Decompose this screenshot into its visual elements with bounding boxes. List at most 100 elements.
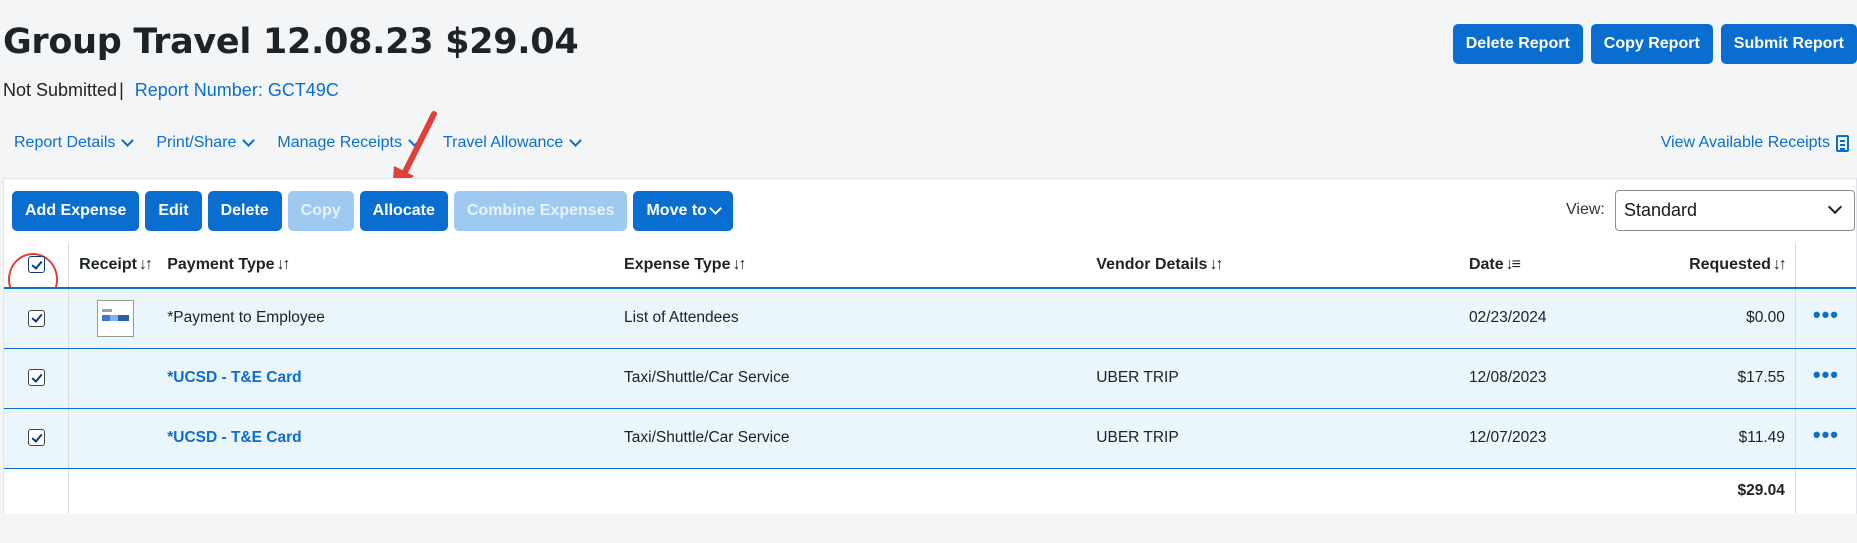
select-all-cell [4,243,70,289]
sort-icon: ↓↑ [276,256,291,273]
column-label: Expense Type [624,256,731,273]
row-checkbox[interactable] [27,309,45,327]
total-spacer [1468,468,1654,514]
delete-button[interactable]: Delete [207,191,282,231]
view-select[interactable]: Standard [1615,190,1855,231]
column-header-payment-type[interactable]: Payment Type ↓↑ [167,243,625,289]
column-header-actions [1795,243,1856,289]
report-menu-bar: Report Details Print/Share Manage Receip… [14,134,604,152]
chevron-down-icon [569,134,583,147]
column-header-date[interactable]: Date ↓≡ [1468,243,1654,289]
menu-report-details[interactable]: Report Details [14,134,135,152]
allocate-button[interactable]: Allocate [359,191,448,231]
copy-report-button[interactable]: Copy Report [1590,24,1713,64]
total-spacer [4,468,70,514]
view-receipts-label: View Available Receipts [1660,134,1830,151]
table-row[interactable]: *Payment to Employee List of Attendees 0… [4,288,1856,349]
total-spacer [167,468,625,514]
receipt-cell [68,408,168,469]
date-cell: 12/08/2023 [1468,348,1654,409]
date-cell: 12/07/2023 [1468,408,1654,469]
report-actions: Delete Report Copy Report Submit Report [1452,24,1857,64]
menu-label: Report Details [14,134,116,151]
column-label: Receipt [79,256,137,273]
requested-cell: $0.00 [1653,288,1796,349]
row-select-cell [4,408,70,469]
sort-icon: ↓↑ [732,256,746,273]
row-more-cell: ••• [1795,408,1856,469]
receipt-thumbnail[interactable] [97,299,135,337]
sort-desc-icon: ↓≡ [1505,256,1521,273]
copy-button[interactable]: Copy [287,191,354,231]
row-more-cell: ••• [1795,348,1856,409]
sort-icon: ↓↑ [1209,256,1223,273]
expense-type-cell: Taxi/Shuttle/Car Service [624,408,1097,469]
menu-label: Print/Share [156,134,237,151]
page-title: Group Travel 12.08.23 $29.04 [3,22,579,62]
chevron-down-icon [121,134,135,147]
date-cell: 02/23/2024 [1468,288,1654,349]
vendor-cell [1096,288,1469,349]
select-all-checkbox[interactable] [27,256,45,274]
chevron-down-icon [709,202,722,215]
total-spacer [1096,468,1469,514]
payment-type-link[interactable]: *UCSD - T&E Card [167,369,301,386]
requested-cell: $11.49 [1653,408,1796,469]
column-label: Requested [1689,256,1771,273]
receipt-list-icon [1836,134,1849,152]
report-status: Not Submitted [3,80,118,100]
column-label: Vendor Details [1096,256,1208,273]
column-header-requested[interactable]: Requested ↓↑ [1653,243,1796,289]
vendor-cell: UBER TRIP [1096,408,1469,469]
expense-toolbar: Add Expense Edit Delete Copy Allocate Co… [12,191,733,231]
column-label: Date [1468,256,1504,273]
chevron-down-icon [242,134,256,147]
total-amount: $29.04 [1653,468,1796,514]
total-row: $29.04 [4,468,1856,514]
view-select-value: Standard [1624,200,1698,220]
row-checkbox[interactable] [27,429,45,447]
column-header-expense-type[interactable]: Expense Type ↓↑ [624,243,1097,289]
total-spacer [624,468,1097,514]
expense-type-cell: Taxi/Shuttle/Car Service [624,348,1097,409]
table-row[interactable]: *UCSD - T&E Card Taxi/Shuttle/Car Servic… [4,348,1856,409]
edit-button[interactable]: Edit [145,191,202,231]
row-select-cell [4,288,70,349]
menu-label: Manage Receipts [277,134,402,151]
row-more-cell: ••• [1795,288,1856,349]
payment-type-cell: *UCSD - T&E Card [167,408,625,469]
more-options-icon[interactable]: ••• [1813,362,1839,387]
chevron-down-icon [1827,199,1843,215]
receipt-cell [68,348,168,409]
menu-label: Travel Allowance [442,134,564,151]
table-header-row: Receipt ↓↑ Payment Type ↓↑ Expense Type ↓↑ … [4,243,1856,289]
report-number-link[interactable]: Report Number: GCT49C [135,80,339,100]
vendor-cell: UBER TRIP [1096,348,1469,409]
move-to-label: Move to [646,202,707,219]
report-subline: Not Submitted | Report Number: GCT49C [3,80,339,101]
combine-expenses-button[interactable]: Combine Expenses [453,191,628,231]
table-row[interactable]: *UCSD - T&E Card Taxi/Shuttle/Car Servic… [4,408,1856,469]
row-checkbox[interactable] [27,369,45,387]
more-options-icon[interactable]: ••• [1813,302,1839,327]
sort-icon: ↓↑ [1772,256,1787,273]
menu-travel-allowance[interactable]: Travel Allowance [442,134,583,152]
add-expense-button[interactable]: Add Expense [12,191,140,231]
move-to-button[interactable]: Move to [633,191,733,231]
view-available-receipts-link[interactable]: View Available Receipts [1661,134,1849,152]
row-select-cell [4,348,70,409]
separator: | [119,80,124,100]
column-header-receipt[interactable]: Receipt ↓↑ [68,243,168,289]
column-header-vendor-details[interactable]: Vendor Details ↓↑ [1096,243,1469,289]
receipt-cell [68,288,168,349]
more-options-icon[interactable]: ••• [1813,422,1839,447]
total-spacer [1795,468,1856,514]
menu-print-share[interactable]: Print/Share [156,134,256,152]
sort-icon: ↓↑ [138,256,153,273]
delete-report-button[interactable]: Delete Report [1452,24,1583,64]
expense-type-cell: List of Attendees [624,288,1097,349]
total-spacer [68,468,168,514]
payment-type-link[interactable]: *UCSD - T&E Card [167,429,301,446]
payment-type-cell: *UCSD - T&E Card [167,348,625,409]
submit-report-button[interactable]: Submit Report [1720,24,1857,64]
